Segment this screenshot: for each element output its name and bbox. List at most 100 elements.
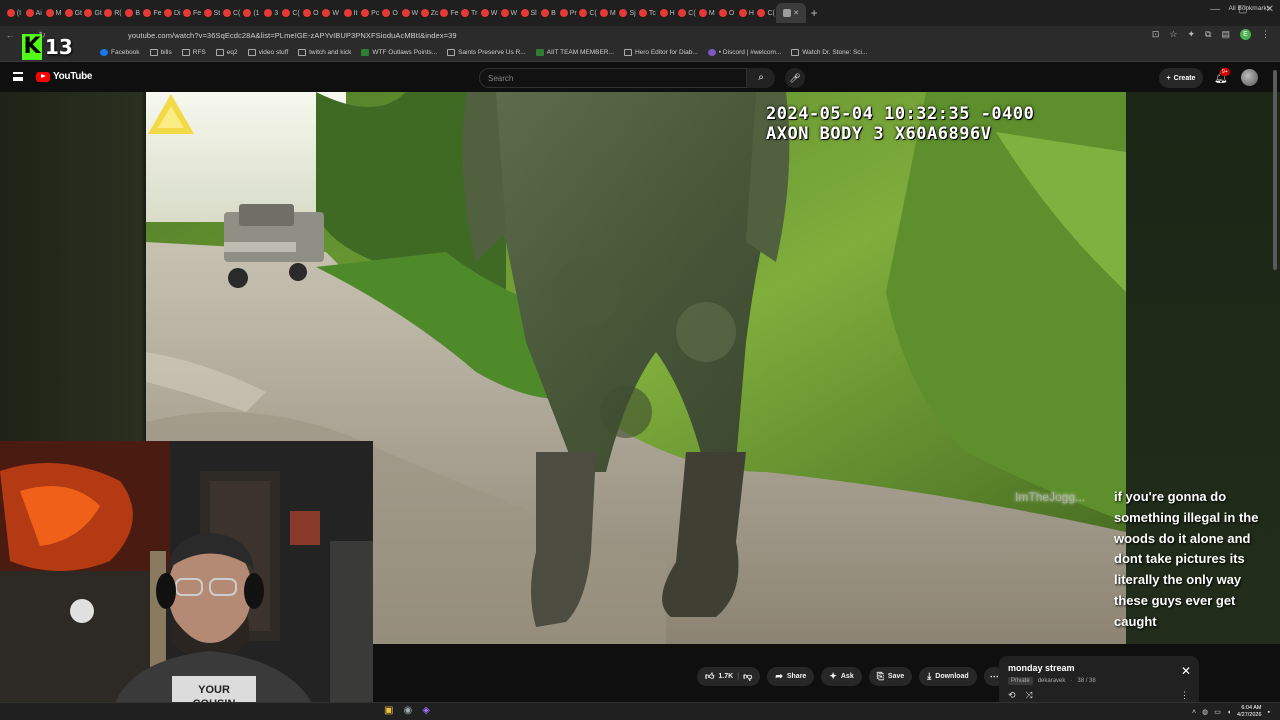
bookmark-item[interactable]: RFS	[181, 49, 206, 56]
browser-tab[interactable]: W	[499, 3, 519, 23]
ask-button[interactable]: ✦ Ask	[821, 667, 862, 686]
bookmark-item[interactable]: video stuff	[247, 49, 288, 56]
sidebar-icon[interactable]: ▤	[1221, 29, 1230, 40]
browser-tab[interactable]: 3	[261, 3, 281, 23]
folder-icon	[215, 49, 224, 56]
tab-favicon-icon	[718, 9, 727, 17]
playlist-owner[interactable]: dekaravek	[1038, 678, 1066, 684]
bookmark-item[interactable]: Saints Preserve Us R...	[447, 49, 526, 56]
url-field[interactable]: youtube.com/watch?v=36SqEcdc28A&list=PLm…	[128, 31, 457, 40]
browser-tab[interactable]: Fe	[182, 3, 202, 23]
notifications-bell-icon[interactable]: 🔔︎ 9+	[1214, 68, 1230, 84]
browser-tab[interactable]: Gt	[83, 3, 103, 23]
browser-tab[interactable]: (I	[4, 3, 24, 23]
browser-tab[interactable]: R(	[103, 3, 123, 23]
browser-tab[interactable]: M	[44, 3, 64, 23]
browser-tab[interactable]: Zc	[420, 3, 440, 23]
microphone-icon[interactable]: 🎤︎	[785, 68, 805, 88]
browser-tab[interactable]: Fe	[143, 3, 163, 23]
browser-tab[interactable]: C(	[677, 3, 697, 23]
account-avatar[interactable]	[1241, 69, 1258, 86]
share-button[interactable]: ➦ Share	[767, 667, 815, 686]
browser-tab[interactable]: M	[697, 3, 717, 23]
browser-tab[interactable]: It	[341, 3, 361, 23]
all-bookmarks[interactable]: All Bookmarks	[1228, 5, 1270, 12]
bookmark-star-icon[interactable]: ☆	[1169, 29, 1177, 40]
volume-icon[interactable]: ◖	[1227, 709, 1231, 716]
obs-icon[interactable]: ◉	[403, 705, 412, 716]
browser-tab[interactable]: O	[301, 3, 321, 23]
browser-tab[interactable]: Sl	[519, 3, 539, 23]
puzzle-icon[interactable]: ⧉	[1205, 29, 1211, 40]
page-scrollbar[interactable]	[1272, 70, 1278, 700]
browser-tab[interactable]: Tc	[638, 3, 658, 23]
browser-tab[interactable]: H	[657, 3, 677, 23]
browser-tab[interactable]: Di	[162, 3, 182, 23]
thumbs-down-icon[interactable]: 👎︎	[743, 671, 752, 682]
extension-icon[interactable]: ✦	[1188, 29, 1196, 40]
browser-tab[interactable]: W	[321, 3, 341, 23]
tab-favicon-icon	[104, 9, 113, 17]
menu-dots-icon[interactable]: ⋮	[1261, 29, 1270, 40]
clock[interactable]: 6:04 AM 4/27/2026	[1237, 705, 1261, 719]
create-button[interactable]: + Create	[1159, 68, 1203, 88]
back-icon[interactable]: ←	[4, 30, 16, 40]
save-button[interactable]: ⎘ Save	[868, 667, 913, 686]
browser-tab[interactable]: B	[123, 3, 143, 23]
browser-tab[interactable]: C(	[222, 3, 242, 23]
active-tab[interactable]: ✕	[776, 3, 807, 23]
browser-tab[interactable]: Ai	[24, 3, 44, 23]
bookmark-item[interactable]: Hero Editor for Diab...	[623, 49, 698, 56]
browser-tab[interactable]: Gt	[63, 3, 83, 23]
discord-icon[interactable]: ◈	[422, 705, 430, 716]
bookmark-item[interactable]: • Discord | #welcom...	[707, 49, 781, 56]
browser-tab[interactable]: M	[598, 3, 618, 23]
bookmark-item[interactable]: eq2	[215, 49, 238, 56]
browser-tab[interactable]: (1	[242, 3, 262, 23]
loop-icon[interactable]: ⟲	[1008, 690, 1016, 701]
bookmark-item[interactable]: AIIT TEAM MEMBER...	[535, 49, 614, 56]
install-icon[interactable]: ⊡	[1152, 29, 1160, 40]
search-icon[interactable]: ⌕	[747, 68, 775, 88]
browser-tab[interactable]: C(	[578, 3, 598, 23]
playlist-more-icon[interactable]: ⋮	[1180, 690, 1189, 701]
scrollbar-thumb[interactable]	[1273, 70, 1277, 270]
browser-tab[interactable]: Fe	[440, 3, 460, 23]
bookmark-item[interactable]: bills	[149, 49, 172, 56]
browser-tab[interactable]: W	[479, 3, 499, 23]
explorer-icon[interactable]: ▣	[384, 705, 393, 716]
tab-close-icon[interactable]: ✕	[793, 9, 799, 17]
minimize-icon[interactable]: —	[1210, 4, 1220, 15]
mic-tray-icon[interactable]: ◍	[1202, 708, 1208, 716]
bookmark-item[interactable]: WTF Outlaws Points...	[361, 49, 437, 56]
bookmark-item[interactable]: Watch Dr. Stone: Sci...	[791, 49, 867, 56]
notification-center-icon[interactable]: ▪	[1268, 709, 1270, 716]
bookmark-item[interactable]: Facebook	[100, 49, 140, 56]
profile-avatar[interactable]: E	[1240, 29, 1251, 40]
browser-tab[interactable]: Tr	[459, 3, 479, 23]
browser-tab[interactable]: W	[400, 3, 420, 23]
browser-tab[interactable]: C(	[281, 3, 301, 23]
hamburger-menu-icon[interactable]	[13, 72, 23, 81]
browser-tab[interactable]: H	[736, 3, 756, 23]
tray-chevron-icon[interactable]: ˄	[1192, 709, 1196, 716]
browser-tab[interactable]: Sj	[618, 3, 638, 23]
browser-tab[interactable]: Pc	[360, 3, 380, 23]
like-button[interactable]: 👍︎ 1.7K | 👎︎	[697, 667, 761, 686]
bookmark-item[interactable]: twitch and kick	[298, 49, 351, 56]
browser-tab[interactable]: C(	[756, 3, 776, 23]
new-tab-icon[interactable]: +	[806, 6, 822, 20]
search-input[interactable]: Search	[479, 68, 747, 88]
shuffle-icon[interactable]: ⤨	[1026, 690, 1033, 701]
network-icon[interactable]: ▭	[1214, 708, 1221, 716]
browser-tab[interactable]: Pr	[558, 3, 578, 23]
playlist-title[interactable]: monday stream	[1008, 663, 1190, 673]
youtube-logo[interactable]: YouTube	[36, 71, 93, 82]
close-icon[interactable]: ✕	[1181, 664, 1191, 678]
browser-tab[interactable]: O	[380, 3, 400, 23]
browser-tab[interactable]: St	[202, 3, 222, 23]
download-button[interactable]: ⤓ Download	[919, 667, 977, 686]
browser-tab[interactable]: O	[717, 3, 737, 23]
tab-label: 3	[274, 9, 279, 17]
browser-tab[interactable]: B	[539, 3, 559, 23]
